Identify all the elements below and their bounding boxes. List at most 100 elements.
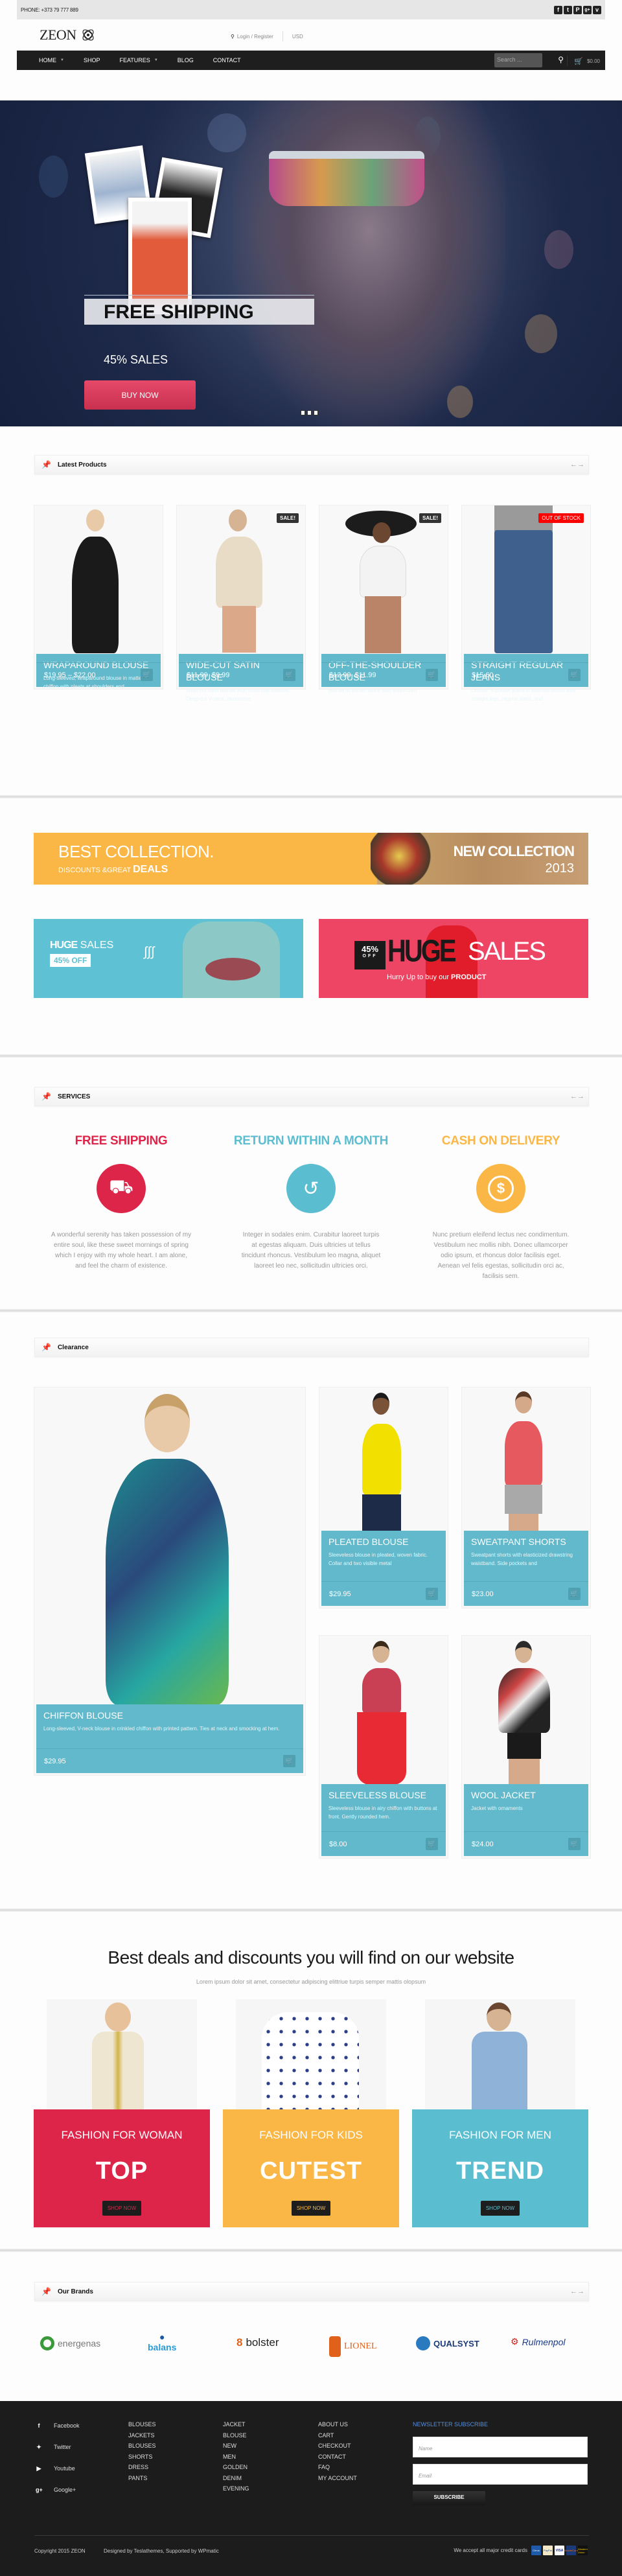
product-name[interactable]: WOOL JACKET [464,1784,588,1802]
product-price: $8.00 [329,1840,347,1848]
add-to-cart-icon[interactable]: 🛒 [568,669,581,681]
currency-selector[interactable]: USD [292,34,303,40]
footer-link[interactable]: DRESS [128,2462,156,2473]
add-to-cart-icon[interactable]: 🛒 [568,1838,581,1850]
footer-link[interactable]: SHORTS [128,2452,156,2463]
brand-logo-lionel[interactable]: LIONEL [329,2336,377,2357]
carousel-arrows[interactable]: ←→ [570,1093,584,1100]
service-text: A wonderful serenity has taken possessio… [51,1231,192,1270]
product-image[interactable] [462,1387,590,1531]
slide-dot[interactable] [301,410,305,415]
product-image[interactable] [34,1387,305,1705]
brand-logo-qualsyst[interactable]: QUALSYST [416,2336,479,2350]
footer-social-twitter[interactable]: ✦ Twitter [36,2437,80,2458]
footer-link[interactable]: DENIM [223,2473,249,2484]
add-to-cart-icon[interactable]: 🛒 [283,669,295,681]
nav-item-contact[interactable]: CONTACT [213,57,241,64]
add-to-cart-icon[interactable]: 🛒 [426,1588,438,1600]
footer-link[interactable]: JACKETS [128,2430,156,2441]
buy-now-button[interactable]: BUY NOW [84,380,196,410]
vimeo-icon[interactable]: v [593,5,601,14]
facebook-icon[interactable]: f [554,5,562,14]
carousel-arrows[interactable]: ←→ [570,461,584,469]
footer-link[interactable]: GOLDEN [223,2462,249,2473]
footer-social-googleplus[interactable]: g+ Google+ [36,2479,80,2501]
product-image[interactable] [319,1636,448,1785]
footer-link[interactable]: CHECKOUT [318,2441,357,2452]
footer-link[interactable]: MEN [223,2452,249,2463]
product-image[interactable]: SALE! [177,505,305,655]
subscribe-button[interactable]: SUBSCRIBE [413,2490,485,2505]
footer-link[interactable]: CONTACT [318,2452,357,2463]
product-image[interactable] [34,505,163,655]
nav-item-blog[interactable]: BLOG [178,57,194,64]
search-input[interactable]: Search ... [494,53,542,67]
newsletter-name-input[interactable]: Name [413,2436,588,2457]
deal-card-men[interactable]: FASHION FOR MEN TREND SHOP NOW [412,2109,588,2227]
footer-social-youtube[interactable]: ▶ Youtube [36,2458,80,2479]
pinterest-icon[interactable]: P [573,5,582,14]
product-card[interactable]: WOOL JACKET Jacket with ornaments $24.00… [461,1635,591,1859]
deal-card-kids[interactable]: FASHION FOR KIDS CUTEST SHOP NOW [223,2109,399,2227]
cart-button[interactable]: 🛒 $0.00 [567,56,600,66]
add-to-cart-icon[interactable]: 🛒 [426,669,438,681]
footer-link[interactable]: MY ACCOUNT [318,2473,357,2484]
product-card[interactable]: SWEATPANT SHORTS Sweatpant shorts with e… [461,1387,591,1608]
footer-link[interactable]: PANTS [128,2473,156,2484]
add-to-cart-icon[interactable]: 🛒 [426,1838,438,1850]
product-card[interactable]: SLEEVELESS BLOUSE Sleeveless blouse in a… [319,1635,448,1859]
add-to-cart-icon[interactable]: 🛒 [141,669,153,681]
featured-product-card[interactable]: CHIFFON BLOUSE Long-sleeved, V-neck blou… [34,1387,306,1776]
footer-link[interactable]: BLOUSES [128,2441,156,2452]
product-info: PLEATED BLOUSE Sleeveless blouse in plea… [321,1531,446,1606]
nav-item-features[interactable]: FEATURES ▼ [119,57,157,64]
huge-sales-banner-right[interactable]: 45% OFF HUGE SALES Hurry Up to buy our PR… [319,919,588,998]
best-collection-banner[interactable]: BEST COLLECTION. DISCOUNTS &GREAT DEALS … [34,833,588,885]
footer-link[interactable]: BLOUSE [223,2430,249,2441]
product-card[interactable]: OUT OF STOCK STRAIGHT REGULAR JEANS DENI… [461,505,591,702]
footer-link[interactable]: CART [318,2430,357,2441]
nav-item-home[interactable]: HOME ▼ [39,57,64,64]
google-plus-icon[interactable]: g+ [583,5,592,14]
product-image[interactable]: OUT OF STOCK [462,505,590,655]
product-card[interactable]: PLEATED BLOUSE Sleeveless blouse in plea… [319,1387,448,1608]
product-name[interactable]: PLEATED BLOUSE [321,1531,446,1548]
product-card[interactable]: SALE! WIDE-CUT SATIN BLOUSE Wide-cut sat… [176,505,306,702]
deal-card-woman[interactable]: FASHION FOR WOMAN TOP SHOP NOW [34,2109,210,2227]
huge-sales-banner-left[interactable]: HUGE SALES 45% OFF ∫∫∫ [34,919,303,998]
product-name[interactable]: CHIFFON BLOUSE [36,1704,303,1722]
search-icon[interactable]: ⚲ [558,55,564,64]
shop-now-button[interactable]: SHOP NOW [102,2201,142,2216]
brand-logo-balans[interactable]: ● balans [148,2332,176,2352]
brand-logo-energenas[interactable]: energenas [40,2336,100,2350]
footer-link[interactable]: JACKET [223,2419,249,2430]
product-name[interactable]: SWEATPANT SHORTS [464,1531,588,1548]
shop-now-button[interactable]: SHOP NOW [480,2201,520,2216]
product-image[interactable]: SALE! [319,505,448,655]
social-label: Facebook [54,2422,80,2430]
footer-link[interactable]: EVENING [223,2483,249,2494]
footer-link[interactable]: FAQ [318,2462,357,2473]
carousel-arrows[interactable]: ←→ [570,2288,584,2295]
add-to-cart-icon[interactable]: 🛒 [283,1755,295,1767]
brand-logo-rulmenpol[interactable]: ⚙ Rulmenpol [511,2336,566,2347]
product-card[interactable]: WRAPAROUND BLOUSE Long-sleeved, wraparou… [34,505,163,690]
product-image[interactable] [462,1636,590,1785]
footer-link[interactable]: NEW [223,2441,249,2452]
product-card[interactable]: SALE! OFF-THE-SHOULDER BLOUSE Blouse in … [319,505,448,693]
tumblr-icon[interactable]: t [564,5,572,14]
footer-social-facebook[interactable]: f Facebook [36,2415,80,2437]
slide-dot[interactable] [314,410,318,415]
footer-link[interactable]: ABOUT US [318,2419,357,2430]
slide-dot[interactable] [307,410,312,415]
product-image[interactable] [319,1387,448,1531]
footer-link[interactable]: BLOUSES [128,2419,156,2430]
add-to-cart-icon[interactable]: 🛒 [568,1588,581,1600]
nav-item-shop[interactable]: SHOP [84,57,100,64]
newsletter-email-input[interactable]: Email [413,2463,588,2485]
logo[interactable]: ZEON [40,27,96,43]
shop-now-button[interactable]: SHOP NOW [291,2201,331,2216]
brand-logo-bolster[interactable]: 8 bolster [236,2336,279,2349]
product-name[interactable]: SLEEVELESS BLOUSE [321,1784,446,1802]
login-register-link[interactable]: Login / Register [237,34,273,40]
